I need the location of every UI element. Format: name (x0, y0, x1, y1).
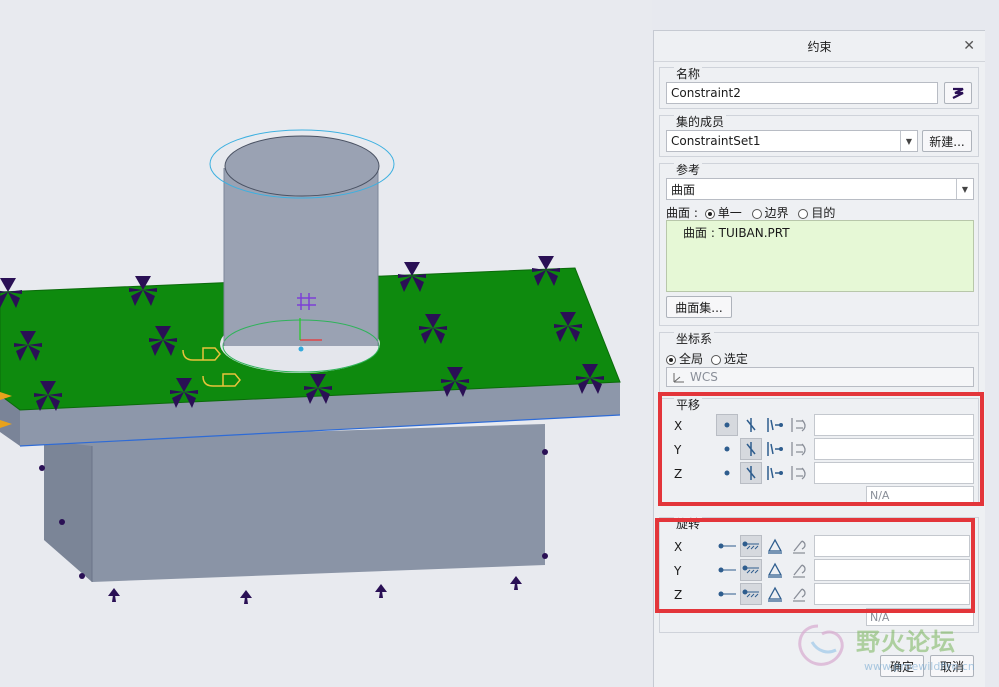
reference-group: 参考 曲面 ▼ 曲面 : 单一 边界 目的 曲面 : TUIBAN.PRT 曲面… (659, 163, 979, 326)
name-input[interactable]: Constraint2 (666, 82, 938, 104)
reference-type-value: 曲面 (671, 182, 696, 197)
new-set-button[interactable]: 新建... (922, 130, 972, 152)
dialog-titlebar: 约束 ✕ (654, 31, 985, 62)
color-swatch-icon (952, 87, 964, 99)
radio-single-label: 单一 (717, 206, 742, 220)
surface-set-button[interactable]: 曲面集... (666, 296, 732, 318)
color-picker-button[interactable] (944, 82, 972, 104)
set-value: ConstraintSet1 (671, 134, 761, 148)
surface-mode-prefix: 曲面 : (666, 206, 698, 220)
watermark-url: www.proewildfire.cn (864, 660, 975, 673)
reference-type-dropdown[interactable]: 曲面 ▼ (666, 178, 974, 200)
reference-list-item[interactable]: 曲面 : TUIBAN.PRT (667, 221, 973, 241)
radio-intent[interactable] (798, 208, 809, 219)
radio-global[interactable] (666, 354, 676, 365)
rotation-highlight-box (655, 518, 975, 613)
radio-intent-label: 目的 (811, 206, 836, 220)
csys-icon (673, 373, 684, 383)
chevron-down-icon: ▼ (956, 179, 973, 199)
csys-group: 坐标系 全局 选定 WCS (659, 332, 979, 393)
model-graphic (0, 129, 621, 604)
radio-selected[interactable] (710, 354, 721, 365)
dialog-title: 约束 (807, 39, 832, 54)
close-icon[interactable]: ✕ (963, 38, 975, 54)
set-member-group: 集的成员 ConstraintSet1 ▼ 新建... (659, 115, 979, 157)
watermark-logo-icon (798, 624, 844, 666)
model-viewport[interactable] (0, 0, 652, 687)
csys-value: WCS (690, 370, 718, 384)
watermark-text: 野火论坛 (856, 628, 956, 656)
csys-mode-row: 全局 选定 (666, 350, 748, 367)
translation-highlight-box (658, 392, 984, 506)
block-front-face (44, 424, 545, 582)
reference-label: 参考 (674, 163, 703, 177)
chevron-down-icon: ▼ (900, 131, 917, 151)
radio-global-label: 全局 (679, 352, 704, 366)
set-dropdown[interactable]: ConstraintSet1 ▼ (666, 130, 918, 152)
watermark: 野火论坛 www.proewildfire.cn (788, 620, 978, 682)
csys-label: 坐标系 (674, 332, 715, 346)
radio-boundary-label: 边界 (764, 206, 789, 220)
name-label: 名称 (674, 67, 703, 81)
csys-field[interactable]: WCS (666, 367, 974, 387)
name-group: 名称 Constraint2 (659, 67, 979, 109)
radio-boundary[interactable] (751, 208, 762, 219)
reference-list[interactable]: 曲面 : TUIBAN.PRT (666, 220, 974, 292)
radio-selected-label: 选定 (723, 352, 748, 366)
set-label: 集的成员 (674, 115, 727, 129)
radio-single[interactable] (704, 208, 715, 219)
surface-mode-row: 曲面 : 单一 边界 目的 (666, 204, 835, 221)
block-side-face (44, 440, 92, 582)
cylinder-top (224, 135, 380, 197)
